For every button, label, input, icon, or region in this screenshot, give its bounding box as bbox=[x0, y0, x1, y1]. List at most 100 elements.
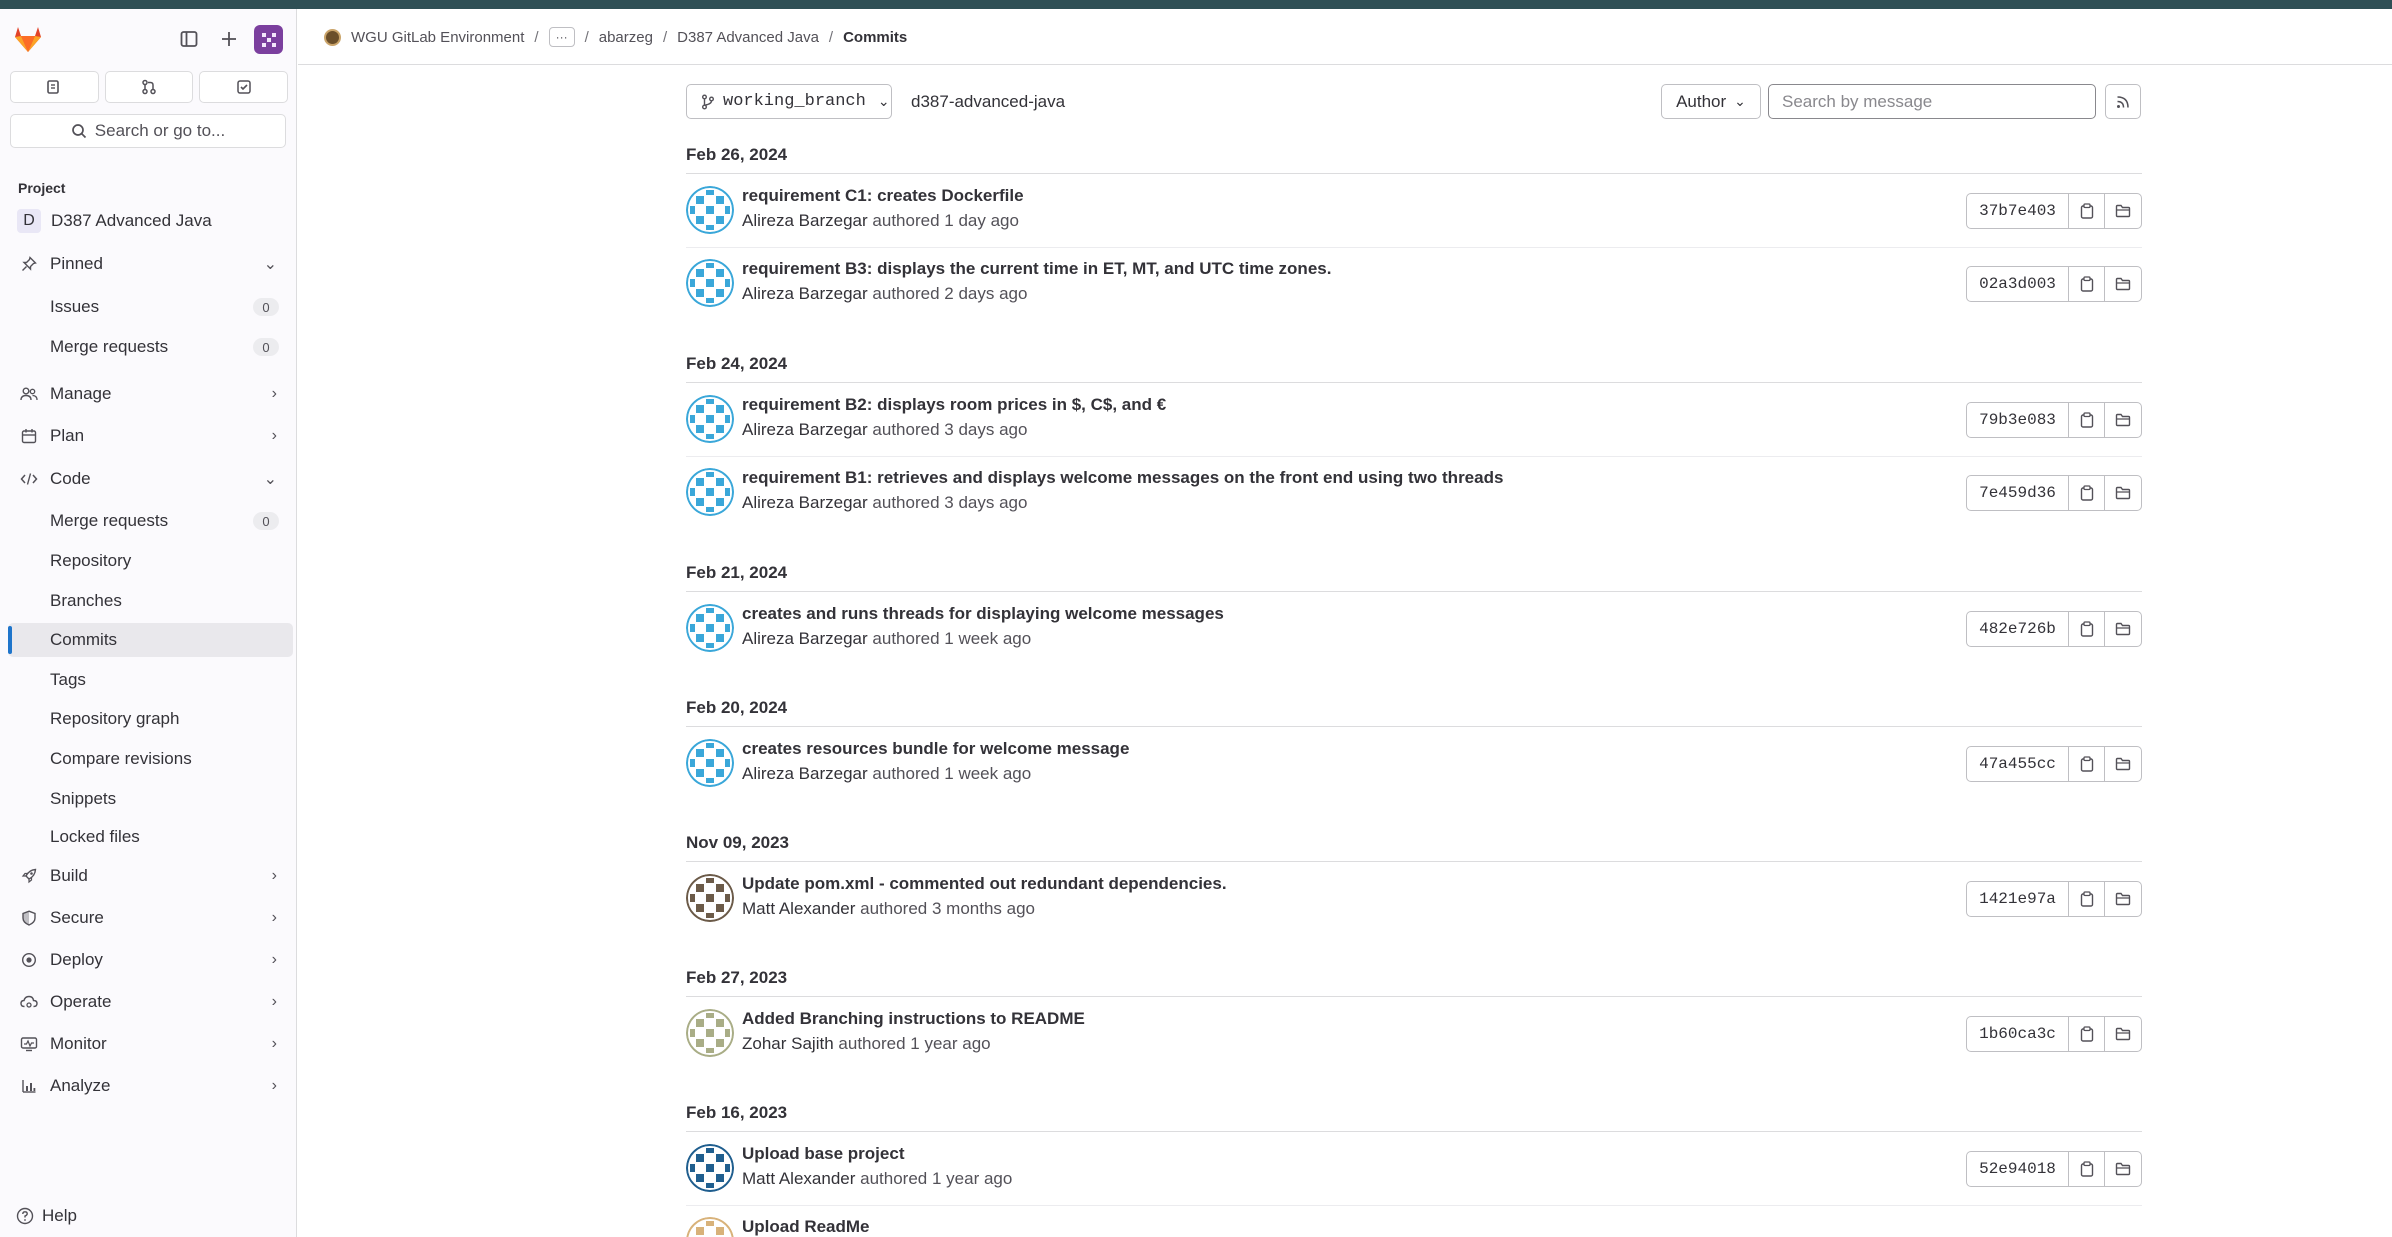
browse-files-icon[interactable] bbox=[2105, 1152, 2141, 1186]
search-by-message-input[interactable] bbox=[1768, 84, 2096, 119]
user-avatar[interactable] bbox=[254, 25, 283, 54]
commit-author[interactable]: Zohar Sajith bbox=[742, 1034, 834, 1053]
browse-files-icon[interactable] bbox=[2105, 747, 2141, 781]
nav-deploy[interactable]: Deploy › bbox=[8, 943, 293, 977]
commit-author[interactable]: Alireza Barzegar bbox=[742, 629, 868, 648]
copy-sha-icon[interactable] bbox=[2069, 882, 2105, 916]
commit-title[interactable]: requirement C1: creates Dockerfile bbox=[742, 186, 1024, 206]
assigned-issues-tab[interactable] bbox=[10, 71, 99, 103]
author-avatar[interactable] bbox=[686, 259, 734, 307]
commit-time: 3 months ago bbox=[932, 899, 1036, 918]
commit-title[interactable]: Added Branching instructions to README bbox=[742, 1009, 1085, 1029]
copy-sha-icon[interactable] bbox=[2069, 612, 2105, 646]
nav-item-issues[interactable]: Issues 0 bbox=[8, 290, 293, 324]
nav-build[interactable]: Build › bbox=[8, 859, 293, 893]
commit-author[interactable]: Alireza Barzegar bbox=[742, 284, 868, 303]
copy-sha-icon[interactable] bbox=[2069, 1152, 2105, 1186]
copy-sha-icon[interactable] bbox=[2069, 194, 2105, 228]
commit-sha-button[interactable]: 02a3d003 bbox=[1967, 267, 2069, 301]
nav-item-merge-requests[interactable]: Merge requests 0 bbox=[8, 504, 293, 538]
chevron-right-icon: › bbox=[271, 951, 277, 968]
browse-files-icon[interactable] bbox=[2105, 612, 2141, 646]
project-link[interactable]: D D387 Advanced Java bbox=[10, 204, 290, 238]
merge-requests-tab[interactable] bbox=[104, 71, 194, 103]
commit-sha-button[interactable]: 37b7e403 bbox=[1967, 194, 2069, 228]
nav-pinned[interactable]: Pinned ⌄ bbox=[8, 247, 293, 281]
commit-author[interactable]: Alireza Barzegar bbox=[742, 211, 868, 230]
nav-item-commits[interactable]: Commits bbox=[8, 623, 293, 657]
nav-operate[interactable]: Operate › bbox=[8, 985, 293, 1019]
commit-sha-button[interactable]: 1421e97a bbox=[1967, 882, 2069, 916]
nav-code[interactable]: Code ⌄ bbox=[8, 462, 293, 496]
commit-title[interactable]: creates and runs threads for displaying … bbox=[742, 604, 1224, 624]
breadcrumb-more-button[interactable]: ··· bbox=[548, 27, 575, 47]
copy-sha-icon[interactable] bbox=[2069, 747, 2105, 781]
author-avatar[interactable] bbox=[686, 1144, 734, 1192]
breadcrumb-user[interactable]: abarzeg bbox=[599, 29, 653, 46]
commit-title[interactable]: requirement B1: retrieves and displays w… bbox=[742, 468, 1503, 488]
author-avatar[interactable] bbox=[686, 1217, 734, 1237]
browse-files-icon[interactable] bbox=[2105, 882, 2141, 916]
commit-title[interactable]: Update pom.xml - commented out redundant… bbox=[742, 874, 1227, 894]
copy-sha-icon[interactable] bbox=[2069, 1017, 2105, 1051]
create-new-icon[interactable] bbox=[216, 26, 242, 52]
author-avatar[interactable] bbox=[686, 468, 734, 516]
commit-title[interactable]: requirement B3: displays the current tim… bbox=[742, 259, 1331, 279]
author-filter-dropdown[interactable]: Author ⌄ bbox=[1661, 84, 1761, 119]
copy-sha-icon[interactable] bbox=[2069, 403, 2105, 437]
breadcrumb-org[interactable]: WGU GitLab Environment bbox=[351, 29, 524, 46]
commit-author[interactable]: Alireza Barzegar bbox=[742, 493, 868, 512]
browse-files-icon[interactable] bbox=[2105, 267, 2141, 301]
nav-secure[interactable]: Secure › bbox=[8, 901, 293, 935]
browse-files-icon[interactable] bbox=[2105, 476, 2141, 510]
commit-author[interactable]: Matt Alexander bbox=[742, 1169, 855, 1188]
nav-item-repository[interactable]: Repository bbox=[8, 544, 293, 578]
nav-analyze[interactable]: Analyze › bbox=[8, 1069, 293, 1103]
nav-item-compare-revisions[interactable]: Compare revisions bbox=[8, 742, 293, 776]
sidebar-toggle-icon[interactable] bbox=[176, 26, 202, 52]
author-avatar[interactable] bbox=[686, 874, 734, 922]
breadcrumb-project[interactable]: D387 Advanced Java bbox=[677, 29, 819, 46]
nav-item-branches[interactable]: Branches bbox=[8, 584, 293, 618]
commit-title[interactable]: requirement B2: displays room prices in … bbox=[742, 395, 1166, 415]
commit-author[interactable]: Matt Alexander bbox=[742, 899, 855, 918]
author-avatar[interactable] bbox=[686, 604, 734, 652]
nav-plan[interactable]: Plan › bbox=[8, 419, 293, 453]
nav-item-repository-graph[interactable]: Repository graph bbox=[8, 702, 293, 736]
commit-sha-button[interactable]: 52e94018 bbox=[1967, 1152, 2069, 1186]
commit-title[interactable]: Upload base project bbox=[742, 1144, 904, 1164]
author-avatar[interactable] bbox=[686, 395, 734, 443]
copy-sha-icon[interactable] bbox=[2069, 476, 2105, 510]
commit-author[interactable]: Alireza Barzegar bbox=[742, 420, 868, 439]
nav-monitor[interactable]: Monitor › bbox=[8, 1027, 293, 1061]
commit-sha-button[interactable]: 1b60ca3c bbox=[1967, 1017, 2069, 1051]
commit-verb: authored bbox=[872, 211, 940, 230]
commit-sha-button[interactable]: 47a455cc bbox=[1967, 747, 2069, 781]
nav-item-locked-files[interactable]: Locked files bbox=[8, 820, 293, 854]
nav-manage[interactable]: Manage › bbox=[8, 377, 293, 411]
commit-sha-button[interactable]: 79b3e083 bbox=[1967, 403, 2069, 437]
nav-item-snippets[interactable]: Snippets bbox=[8, 782, 293, 816]
browse-files-icon[interactable] bbox=[2105, 1017, 2141, 1051]
commit-author[interactable]: Alireza Barzegar bbox=[742, 764, 868, 783]
author-avatar[interactable] bbox=[686, 739, 734, 787]
todo-tab[interactable] bbox=[199, 71, 289, 103]
copy-sha-icon[interactable] bbox=[2069, 267, 2105, 301]
search-or-go-to-button[interactable]: Search or go to... bbox=[10, 114, 286, 148]
date-group-header: Feb 21, 2024 bbox=[686, 563, 2142, 592]
author-avatar[interactable] bbox=[686, 1009, 734, 1057]
gitlab-logo-icon[interactable] bbox=[13, 25, 43, 53]
nav-item-tags[interactable]: Tags bbox=[8, 663, 293, 697]
commit-sha-button[interactable]: 7e459d36 bbox=[1967, 476, 2069, 510]
author-avatar[interactable] bbox=[686, 186, 734, 234]
commit-sha-button[interactable]: 482e726b bbox=[1967, 612, 2069, 646]
rss-feed-button[interactable] bbox=[2105, 84, 2141, 119]
commit-title[interactable]: Upload ReadMe bbox=[742, 1217, 870, 1237]
breadcrumb-current[interactable]: Commits bbox=[843, 29, 907, 46]
browse-files-icon[interactable] bbox=[2105, 194, 2141, 228]
branch-selector[interactable]: working_branch ⌄ bbox=[686, 84, 892, 119]
nav-item-pinned-merge-requests[interactable]: Merge requests 0 bbox=[8, 330, 293, 364]
commit-title[interactable]: creates resources bundle for welcome mes… bbox=[742, 739, 1129, 759]
browse-files-icon[interactable] bbox=[2105, 403, 2141, 437]
help-button[interactable]: Help bbox=[16, 1206, 77, 1226]
